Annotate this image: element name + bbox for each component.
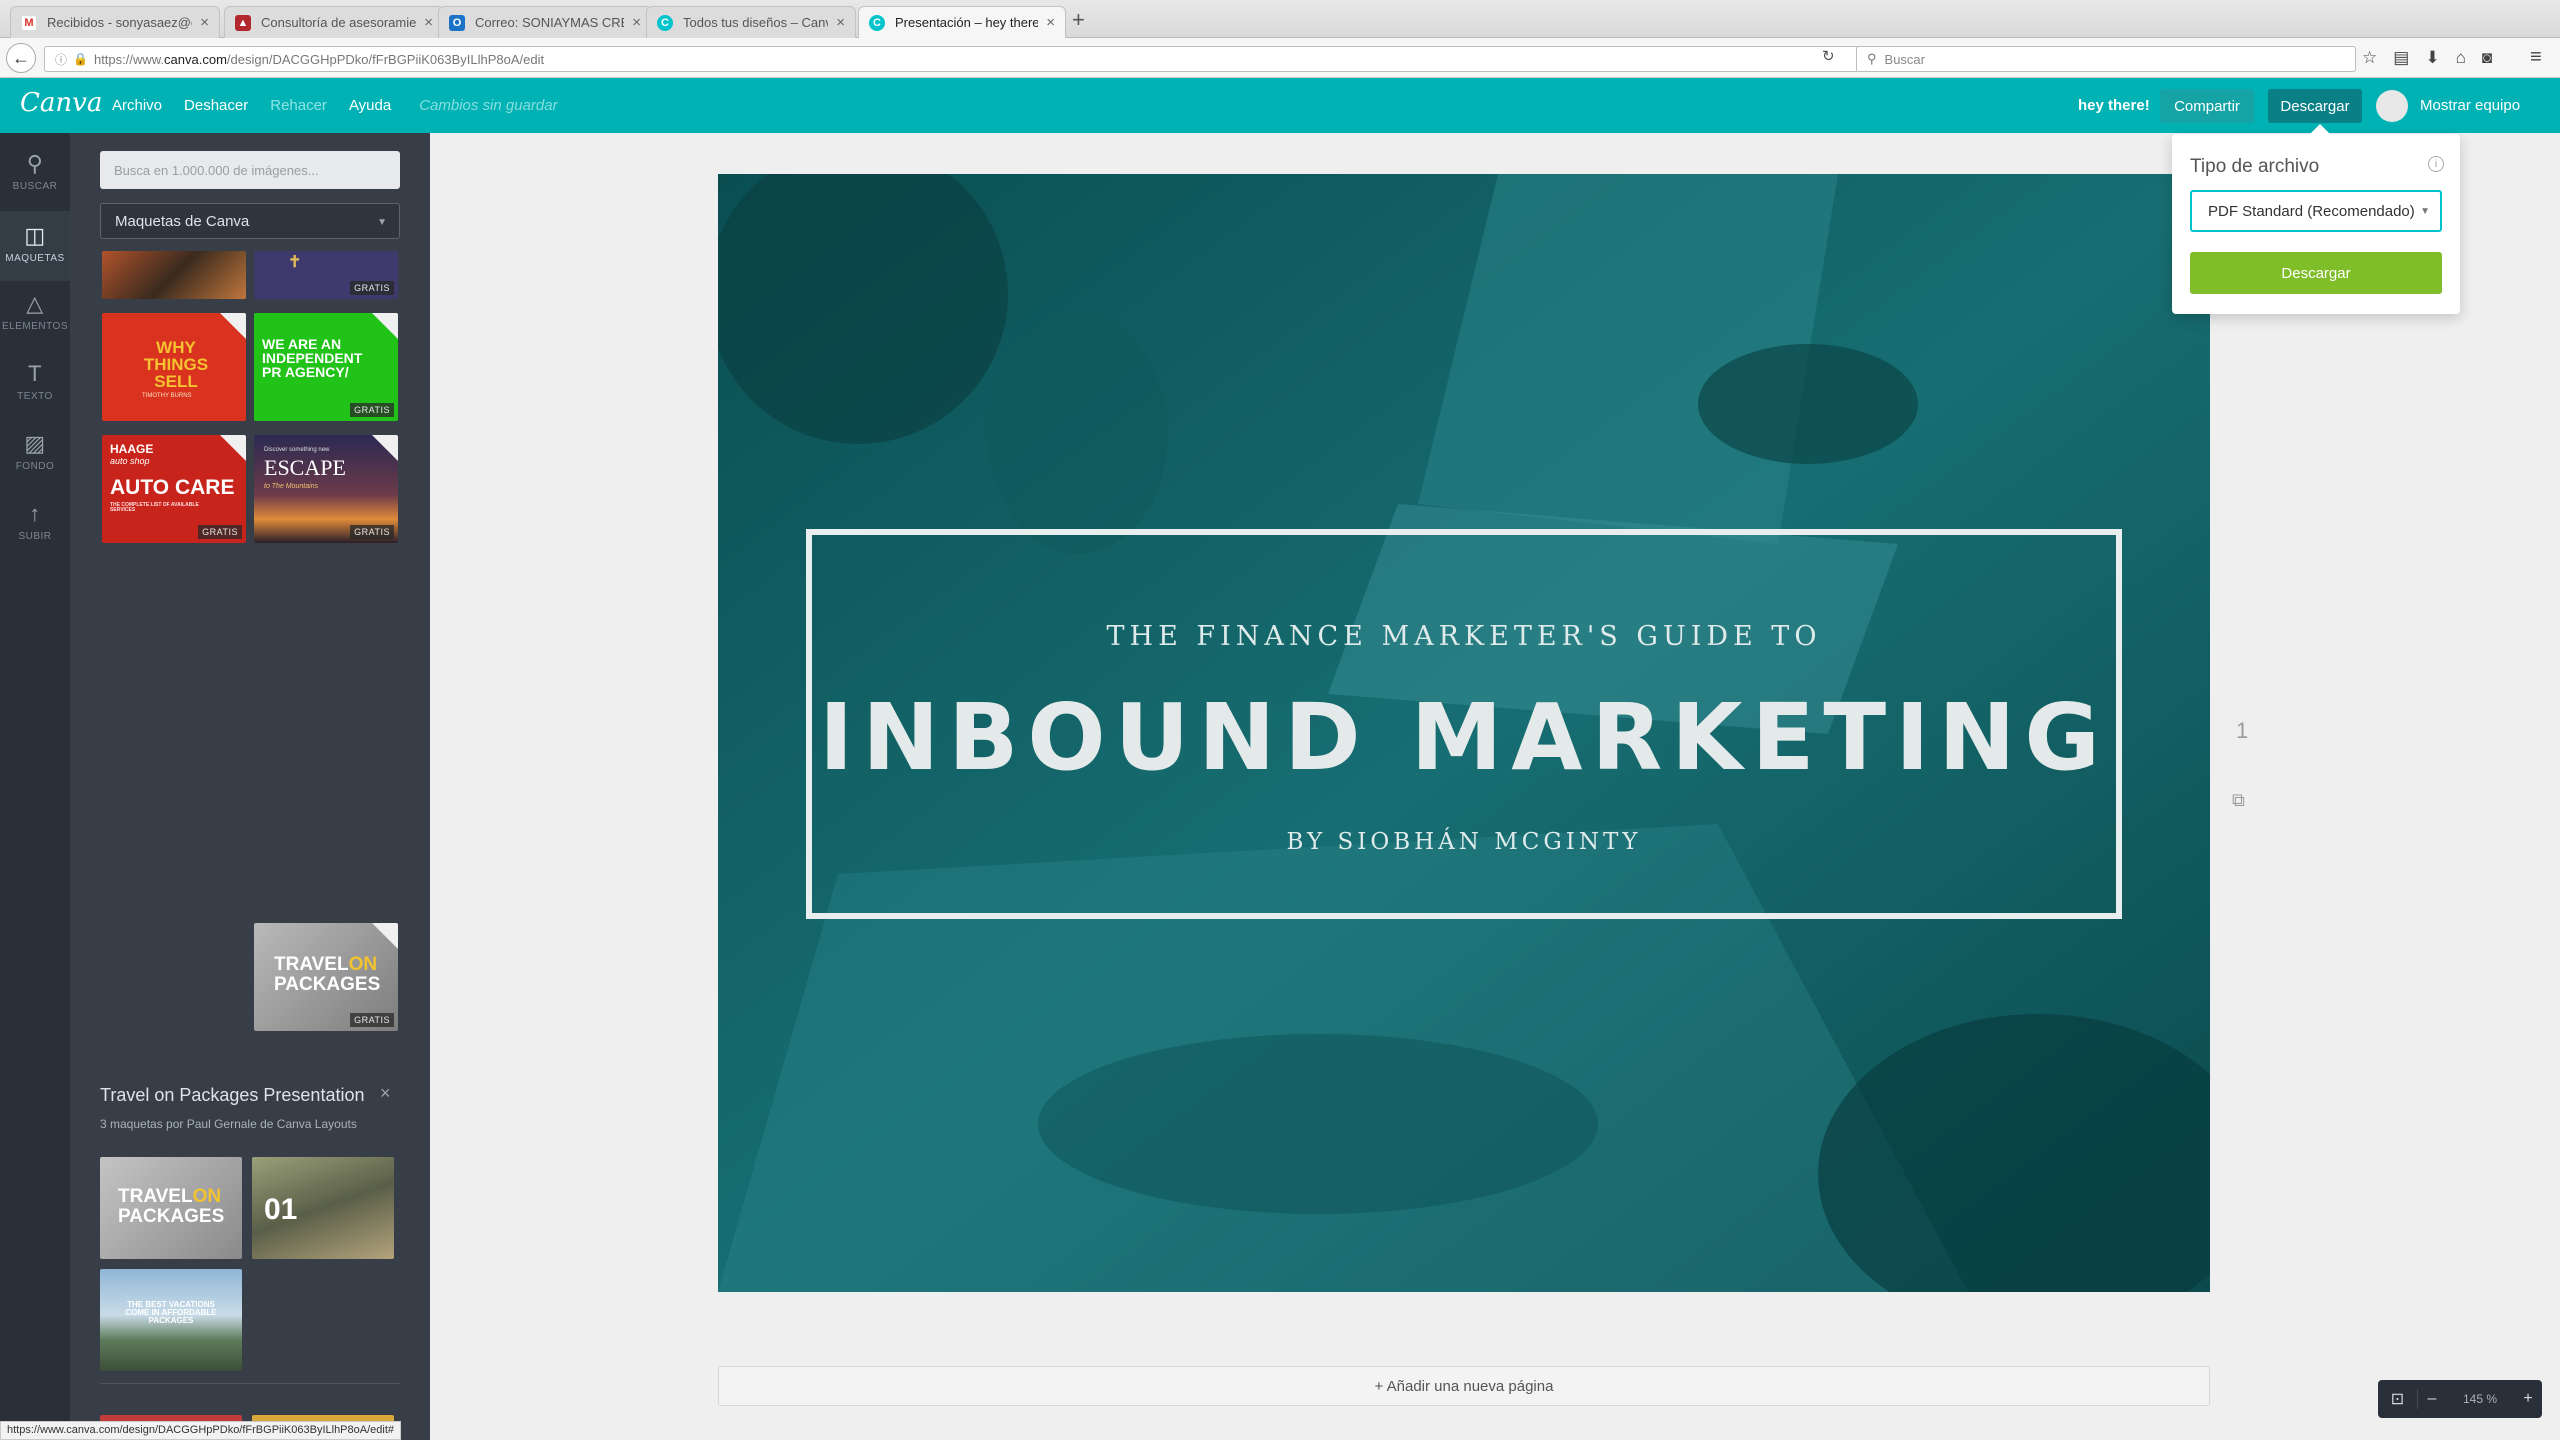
- close-tab-icon[interactable]: ×: [424, 14, 433, 31]
- zoom-out-button[interactable]: –: [2418, 1390, 2446, 1408]
- sidebar-item-elementos[interactable]: △ ELEMENTOS: [0, 291, 70, 351]
- undo-button[interactable]: Deshacer: [184, 97, 248, 114]
- layouts-panel: Busca en 1.000.000 de imágenes... Maquet…: [70, 133, 430, 1440]
- download-icon[interactable]: ⬇: [2425, 48, 2439, 68]
- sidebar-item-maquetas[interactable]: ◫ MAQUETAS: [0, 211, 70, 281]
- layout-thumbnail[interactable]: WE ARE AN INDEPENDENT PR AGENCY/ GRATIS: [254, 313, 398, 421]
- close-tab-icon[interactable]: ×: [836, 14, 845, 31]
- upload-icon: ↑: [29, 501, 41, 526]
- layout-thumbnail[interactable]: WHY THINGS SELL TIMOTHY BURNS: [102, 313, 246, 421]
- collection-thumbnail[interactable]: 01: [252, 1157, 394, 1259]
- sidebar-item-texto[interactable]: T TEXTO: [0, 361, 70, 421]
- zoom-control: ⊡ – 145 % +: [2378, 1380, 2542, 1418]
- pocket-icon[interactable]: ◙: [2482, 48, 2492, 68]
- layout-thumbnail[interactable]: Discover something new ESCAPE to The Mou…: [254, 435, 398, 543]
- slide-byline-text[interactable]: BY SIOBHÁN MCGINTY: [718, 829, 2210, 855]
- share-button[interactable]: Compartir: [2160, 89, 2254, 123]
- image-search-input[interactable]: Busca en 1.000.000 de imágenes...: [100, 151, 400, 189]
- search-icon: ⚲: [1867, 51, 1877, 66]
- link-status-bar: https://www.canva.com/design/DACGGHpPDko…: [0, 1421, 402, 1440]
- home-icon[interactable]: ⌂: [2456, 48, 2466, 68]
- slide-kicker-text[interactable]: THE FINANCE MARKETER'S GUIDE TO: [718, 621, 2210, 652]
- elements-icon: △: [26, 291, 44, 316]
- bookmark-star-icon[interactable]: ☆: [2362, 48, 2377, 68]
- browser-tab-disenos[interactable]: C Todos tus diseños – Canva ×: [646, 6, 856, 38]
- close-tab-icon[interactable]: ×: [1046, 14, 1055, 31]
- collection-title: Travel on Packages Presentation: [100, 1085, 365, 1105]
- collection-thumbnail[interactable]: TRAVELON PACKAGES: [100, 1157, 242, 1259]
- outlook-icon: O: [449, 14, 465, 31]
- browser-tab-presentacion[interactable]: C Presentación – hey there! ×: [858, 6, 1066, 38]
- show-team-button[interactable]: Mostrar equipo: [2420, 97, 2520, 114]
- chevron-down-icon: ▼: [2420, 206, 2430, 217]
- red-triangle-icon: ▲: [235, 14, 251, 31]
- cross-icon: ✝: [288, 254, 302, 271]
- layout-thumbnail[interactable]: TRAVELON PACKAGES GRATIS: [254, 923, 398, 1031]
- close-tab-icon[interactable]: ×: [200, 14, 209, 31]
- menu-archivo[interactable]: Archivo: [112, 97, 162, 114]
- lock-icon: 🔒: [73, 52, 88, 66]
- slide-headline-text[interactable]: INBOUND MARKETING: [718, 684, 2210, 791]
- browser-tab-bar: M Recibidos - sonyasaez@g... × ▲ Consult…: [0, 0, 2560, 38]
- add-page-button[interactable]: + Añadir una nueva página: [718, 1366, 2210, 1406]
- sidebar-item-fondo[interactable]: ▨ FONDO: [0, 431, 70, 491]
- file-type-label: Tipo de archivo: [2190, 156, 2320, 177]
- page-number: 1: [2236, 718, 2249, 743]
- info-icon[interactable]: i: [2428, 156, 2444, 172]
- sidebar-item-subir[interactable]: ↑ SUBIR: [0, 501, 70, 561]
- left-icon-sidebar: ⚲ BUSCAR ◫ MAQUETAS △ ELEMENTOS T TEXTO …: [0, 133, 70, 1440]
- confirm-download-button[interactable]: Descargar: [2190, 252, 2442, 294]
- save-status: Cambios sin guardar: [419, 97, 558, 114]
- text-icon: T: [28, 361, 42, 386]
- chevron-down-icon: ▼: [377, 217, 387, 228]
- layout-thumbnail[interactable]: [102, 251, 246, 299]
- zoom-level: 145 %: [2462, 1392, 2498, 1406]
- download-button[interactable]: Descargar: [2268, 89, 2362, 123]
- new-tab-icon[interactable]: +: [1072, 9, 1085, 31]
- layout-thumbnail[interactable]: HAAGE auto shop AUTO CARE THE COMPLETE L…: [102, 435, 246, 543]
- browser-tab-correo[interactable]: O Correo: SONIAYMAS CREA... ×: [438, 6, 652, 38]
- avatar[interactable]: [2376, 90, 2408, 122]
- canva-icon: C: [869, 14, 885, 31]
- collection-subtitle: 3 maquetas por Paul Gernale de Canva Lay…: [100, 1117, 357, 1131]
- reading-list-icon[interactable]: ▤: [2393, 48, 2409, 68]
- zoom-in-button[interactable]: +: [2514, 1390, 2542, 1408]
- info-icon[interactable]: ⓘ: [55, 51, 67, 68]
- canva-top-bar: Canva Archivo Deshacer Rehacer Ayuda Cam…: [0, 78, 2560, 133]
- layout-source-select[interactable]: Maquetas de Canva ▼: [100, 203, 400, 239]
- browser-search-field[interactable]: ⚲ Buscar: [1856, 46, 2356, 72]
- editor-menu: Archivo Deshacer Rehacer Ayuda Cambios s…: [112, 97, 558, 114]
- duplicate-page-icon[interactable]: ⧉: [2232, 790, 2245, 811]
- close-tab-icon[interactable]: ×: [632, 14, 641, 31]
- layouts-icon: ◫: [24, 223, 46, 248]
- gmail-icon: M: [21, 14, 37, 31]
- search-icon: ⚲: [26, 151, 44, 176]
- redo-button[interactable]: Rehacer: [270, 97, 327, 114]
- menu-ayuda[interactable]: Ayuda: [349, 97, 391, 114]
- download-popover: Tipo de archivo i PDF Standard (Recomend…: [2172, 124, 2460, 314]
- browser-tab-gmail[interactable]: M Recibidos - sonyasaez@g... ×: [10, 6, 220, 38]
- close-icon[interactable]: ×: [380, 1083, 391, 1104]
- present-icon[interactable]: ⊡: [2378, 1389, 2418, 1409]
- sidebar-item-buscar[interactable]: ⚲ BUSCAR: [0, 151, 70, 211]
- collection-thumbnail[interactable]: THE BEST VACATIONS COME IN AFFORDABLE PA…: [100, 1269, 242, 1371]
- file-type-select[interactable]: PDF Standard (Recomendado) ▼: [2190, 190, 2442, 232]
- canva-logo[interactable]: Canva: [20, 88, 102, 118]
- background-icon: ▨: [24, 431, 46, 456]
- toolbar-icons: ☆ ▤ ⬇ ⌂ ◙: [2362, 48, 2492, 68]
- layout-thumbnail[interactable]: ✝ GRATIS: [254, 251, 398, 299]
- design-title[interactable]: hey there!: [2078, 97, 2150, 114]
- reload-icon[interactable]: ↻: [1822, 47, 1835, 65]
- slide-canvas[interactable]: THE FINANCE MARKETER'S GUIDE TO INBOUND …: [718, 174, 2210, 1292]
- browser-tab-consultoria[interactable]: ▲ Consultoría de asesoramie... ×: [224, 6, 444, 38]
- canva-icon: C: [657, 14, 673, 31]
- hamburger-menu-icon[interactable]: ≡: [2530, 46, 2542, 69]
- browser-nav-bar: ← ⓘ 🔒 https://www. canva.com/design/DACGG…: [0, 38, 2560, 78]
- url-bar[interactable]: ⓘ 🔒 https://www. canva.com/design/DACGGHp…: [44, 46, 1860, 72]
- back-arrow-icon[interactable]: ←: [6, 43, 36, 73]
